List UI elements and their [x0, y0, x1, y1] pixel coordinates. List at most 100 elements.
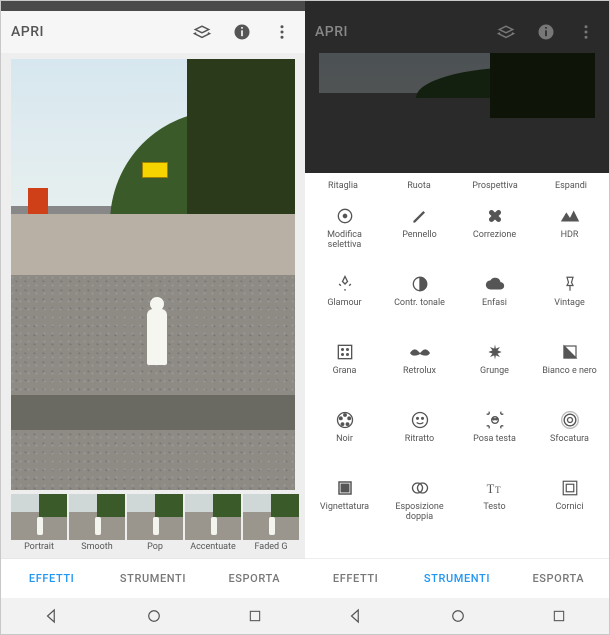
tab-esporta[interactable]: ESPORTA	[204, 559, 305, 598]
grunge-icon	[485, 341, 505, 363]
tool-label: Noir	[336, 435, 353, 445]
tool-glamour[interactable]: Glamour	[307, 273, 382, 333]
vignette-icon	[336, 477, 354, 499]
tool-label: Grana	[333, 367, 357, 377]
pin-icon	[561, 273, 579, 295]
tool-label: Sfocatura	[550, 435, 589, 445]
tool-headpose[interactable]: Posa testa	[457, 409, 532, 469]
grain-icon	[335, 341, 355, 363]
tool-label: Testo	[483, 503, 505, 513]
tool-reel[interactable]: Noir	[307, 409, 382, 469]
tool-label: Modifica selettiva	[310, 231, 380, 251]
face-icon	[410, 409, 430, 431]
tab-esporta[interactable]: ESPORTA	[508, 559, 609, 598]
effect-smooth[interactable]: Smooth	[69, 494, 125, 558]
info-icon[interactable]	[229, 19, 255, 45]
tool-espandi[interactable]: Espandi	[533, 173, 609, 199]
effects-strip: Portrait Smooth Pop Accentuate Faded G	[1, 494, 305, 558]
effect-label: Accentuate	[190, 542, 236, 552]
tool-bandage[interactable]: Correzione	[457, 205, 532, 265]
tool-cloud[interactable]: Enfasi	[457, 273, 532, 333]
tool-brush[interactable]: Pennello	[382, 205, 457, 265]
double-icon	[410, 477, 430, 499]
bandage-icon	[485, 205, 505, 227]
tool-face[interactable]: Ritratto	[382, 409, 457, 469]
tool-label: Posa testa	[473, 435, 516, 445]
effect-label: Pop	[147, 542, 163, 552]
nav-home-icon[interactable]	[125, 603, 183, 629]
tool-blur[interactable]: Sfocatura	[532, 409, 607, 469]
tab-effetti[interactable]: EFFETTI	[1, 559, 102, 598]
tool-grain[interactable]: Grana	[307, 341, 382, 401]
cone-graphic	[28, 188, 48, 214]
layers-icon[interactable]	[189, 19, 215, 45]
bw-icon	[561, 341, 579, 363]
android-nav-bar	[305, 598, 609, 634]
tool-vignette[interactable]: Vignettatura	[307, 477, 382, 537]
figure-graphic	[147, 309, 167, 365]
tool-bw[interactable]: Bianco e nero	[532, 341, 607, 401]
nav-home-icon[interactable]	[429, 603, 487, 629]
overflow-menu-icon[interactable]	[573, 19, 599, 45]
tool-ritaglia[interactable]: Ritaglia	[305, 173, 381, 199]
editor-pane-tools: APRI Ritaglia Ruota Prospettiva Espandi …	[305, 1, 609, 634]
effect-pop[interactable]: Pop	[127, 494, 183, 558]
tool-text[interactable]: TTTesto	[457, 477, 532, 537]
glamour-icon	[335, 273, 355, 295]
tool-grunge[interactable]: Grunge	[457, 341, 532, 401]
tool-ruota[interactable]: Ruota	[381, 173, 457, 199]
headpose-icon	[485, 409, 505, 431]
tool-pin[interactable]: Vintage	[532, 273, 607, 333]
tool-label: Grunge	[480, 367, 509, 377]
tool-frame[interactable]: Cornici	[532, 477, 607, 537]
nav-recent-icon[interactable]	[531, 604, 587, 628]
reel-icon	[335, 409, 355, 431]
top-bar: APRI	[1, 11, 305, 53]
layers-icon[interactable]	[493, 19, 519, 45]
blur-icon	[560, 409, 580, 431]
editor-pane-effects: APRI Portrait	[1, 1, 305, 634]
tool-label: Cornici	[555, 503, 583, 513]
nav-recent-icon[interactable]	[227, 604, 283, 628]
tool-mustache[interactable]: Retrolux	[382, 341, 457, 401]
tool-label: Retrolux	[403, 367, 436, 377]
cloud-icon	[484, 273, 506, 295]
effect-portrait[interactable]: Portrait	[11, 494, 67, 558]
photo-canvas[interactable]	[1, 53, 305, 494]
tool-tonal[interactable]: Contr. tonale	[382, 273, 457, 333]
sign-graphic	[142, 162, 168, 178]
nav-back-icon[interactable]	[327, 603, 385, 629]
tonal-icon	[410, 273, 430, 295]
bottom-tabs: EFFETTI STRUMENTI ESPORTA	[305, 558, 609, 598]
tool-label: Vintage	[554, 299, 585, 309]
top-bar: APRI	[305, 11, 609, 53]
open-button[interactable]: APRI	[11, 24, 44, 40]
tool-prospettiva[interactable]: Prospettiva	[457, 173, 533, 199]
effect-accentuate[interactable]: Accentuate	[185, 494, 241, 558]
tool-hdr[interactable]: HDR	[532, 205, 607, 265]
info-icon[interactable]	[533, 19, 559, 45]
tool-label: Bianco e nero	[542, 367, 597, 377]
tools-sheet: Ritaglia Ruota Prospettiva Espandi Modif…	[305, 173, 609, 558]
tool-target[interactable]: Modifica selettiva	[307, 205, 382, 265]
overflow-menu-icon[interactable]	[269, 19, 295, 45]
open-button[interactable]: APRI	[315, 24, 348, 40]
bottom-tabs: EFFETTI STRUMENTI ESPORTA	[1, 558, 305, 598]
tools-top-row: Ritaglia Ruota Prospettiva Espandi	[305, 173, 609, 199]
tool-label: Ritratto	[405, 435, 434, 445]
nav-back-icon[interactable]	[23, 603, 81, 629]
tab-strumenti[interactable]: STRUMENTI	[406, 559, 507, 598]
tool-label: Correzione	[473, 231, 516, 241]
tab-effetti[interactable]: EFFETTI	[305, 559, 406, 598]
status-bar	[1, 1, 305, 11]
target-icon	[335, 205, 355, 227]
tool-label: Contr. tonale	[394, 299, 445, 309]
mustache-icon	[408, 341, 432, 363]
tool-label: Vignettatura	[320, 503, 369, 513]
tool-double[interactable]: Esposizione doppia	[382, 477, 457, 537]
tool-label: Esposizione doppia	[385, 503, 455, 523]
effect-faded[interactable]: Faded G	[243, 494, 299, 558]
frame-icon	[561, 477, 579, 499]
tool-label: Pennello	[402, 231, 437, 241]
tab-strumenti[interactable]: STRUMENTI	[102, 559, 203, 598]
